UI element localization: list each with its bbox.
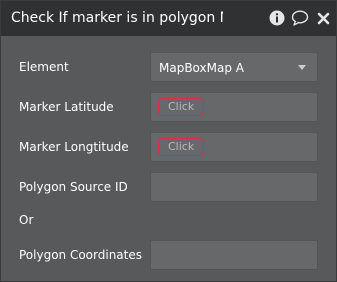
polygon-source-id-input[interactable] [150, 172, 318, 202]
polygon-source-id-row: Polygon Source ID [1, 172, 336, 204]
polygon-coordinates-input[interactable] [150, 240, 318, 270]
element-dropdown-value: MapBoxMap A [159, 61, 244, 75]
element-dropdown[interactable]: MapBoxMap A [150, 52, 318, 82]
marker-latitude-click-button[interactable]: Click [158, 98, 205, 116]
marker-latitude-row: Marker Latitude Click [1, 92, 336, 124]
panel-titlebar: Check If marker is in polygon Ma [1, 1, 336, 36]
titlebar-icons [263, 8, 332, 28]
info-icon[interactable] [268, 9, 286, 27]
marker-longitude-field[interactable]: Click [150, 132, 318, 162]
action-properties-panel: Check If marker is in polygon Ma Element… [0, 0, 337, 282]
marker-latitude-field[interactable]: Click [150, 92, 318, 122]
marker-latitude-label: Marker Latitude [19, 100, 114, 114]
element-row: Element MapBoxMap A [1, 52, 336, 84]
or-separator-text: Or [19, 213, 34, 227]
polygon-coordinates-row: Polygon Coordinates [1, 240, 336, 272]
element-label: Element [19, 60, 69, 74]
chevron-down-icon [298, 65, 306, 70]
comment-icon[interactable] [291, 9, 309, 27]
marker-longitude-label: Marker Longtitude [19, 140, 129, 154]
close-icon[interactable] [314, 9, 332, 27]
marker-longitude-row: Marker Longtitude Click [1, 132, 336, 164]
panel-title: Check If marker is in polygon Ma [11, 10, 223, 26]
polygon-source-id-label: Polygon Source ID [19, 180, 128, 194]
marker-longitude-click-button[interactable]: Click [158, 138, 205, 156]
polygon-coordinates-label: Polygon Coordinates [19, 248, 142, 262]
